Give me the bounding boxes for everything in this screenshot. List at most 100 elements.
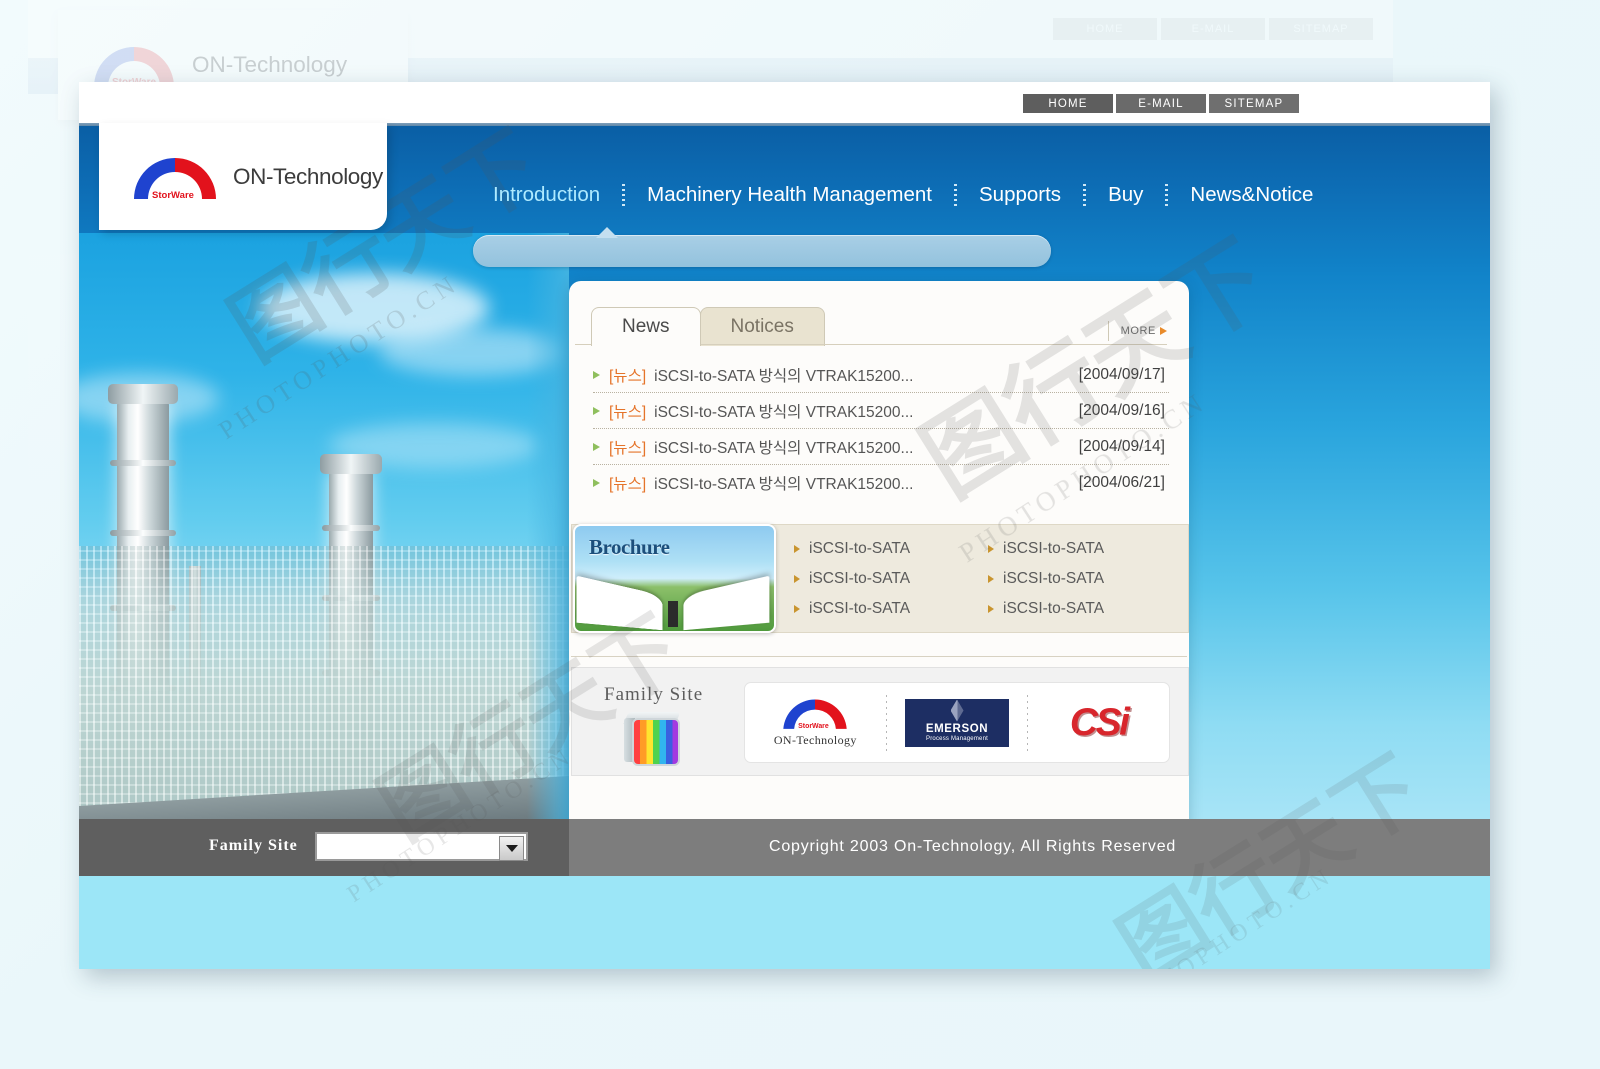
copyright-text: Copyright 2003 On-Technology, All Rights… [769,838,1177,855]
rainbow-cube-icon [623,712,682,766]
bullet-arrow-icon [593,478,600,487]
news-date: [2004/09/17] [1078,365,1165,383]
nav-active-pointer-icon [596,227,618,238]
board-tabs: News Notices [591,307,825,346]
news-tag: [뉴스] [609,475,647,493]
news-title: iSCSI-to-SATA 방식의 VTRAK15200... [654,475,914,493]
nav-separator-icon [954,184,957,206]
brochure-link[interactable]: iSCSI-to-SATA [794,534,988,563]
arch-logo-icon: StorWare [129,151,221,203]
news-list-item[interactable]: [뉴스] iSCSI-to-SATA 방식의 VTRAK15200... [20… [593,357,1169,393]
family-logo-on-technology[interactable]: StorWare ON-Technology [745,683,886,762]
arrow-right-icon [794,574,800,583]
news-title: iSCSI-to-SATA 방식의 VTRAK15200... [654,439,914,457]
bullet-arrow-icon [593,442,600,451]
tab-news[interactable]: News [591,307,701,346]
family-logo-label: ON-Technology [773,732,857,747]
brochure-link[interactable]: iSCSI-to-SATA [988,564,1182,593]
brochure-link[interactable]: iSCSI-to-SATA [988,534,1182,563]
content-card: News Notices MORE [뉴스] iSCSI-to-SATA 방식의… [569,281,1189,876]
brochure-link-label: iSCSI-to-SATA [809,569,911,587]
book-spine [668,601,678,627]
book-page-right [683,575,770,631]
brochure-links: iSCSI-to-SATA iSCSI-to-SATA iSCSI-to-SAT… [794,534,1182,623]
emerson-diamond-icon [950,699,964,722]
brochure-link-label: iSCSI-to-SATA [1003,599,1105,617]
sitemap-button[interactable]: SITEMAP [1209,94,1299,113]
more-label: MORE [1120,325,1156,337]
news-title: iSCSI-to-SATA 방식의 VTRAK15200... [654,403,914,421]
brochure-image-label: Brochure [589,535,670,559]
brochure-link-label: iSCSI-to-SATA [809,539,911,557]
submenu-bar[interactable] [473,235,1051,267]
svg-text:StorWare: StorWare [152,190,194,201]
news-tag: [뉴스] [609,439,647,457]
more-link[interactable]: MORE [1107,321,1167,341]
page-root: HOME E-MAIL SITEMAP Introduction Machine… [79,82,1490,876]
news-title: iSCSI-to-SATA 방식의 VTRAK15200... [654,367,914,385]
family-site-title: Family Site [604,684,704,705]
nav-item-introduction[interactable]: Introduction [477,183,616,207]
arch-logo-icon: StorWare [783,699,848,730]
arrow-right-icon [988,574,994,583]
site-logo-text: ON-Technology [233,163,383,189]
family-logo-label: CSi [1069,700,1130,744]
ghost-utility-buttons: HOME E-MAIL SITEMAP [1053,18,1373,40]
chevron-down-icon[interactable] [499,836,524,861]
home-button[interactable]: HOME [1023,94,1113,113]
brochure-link[interactable]: iSCSI-to-SATA [988,594,1182,623]
site-logo[interactable]: StorWare ON-Technology [99,123,387,230]
news-list-item[interactable]: [뉴스] iSCSI-to-SATA 방식의 VTRAK15200... [20… [593,465,1169,500]
arrow-right-icon [988,544,994,553]
email-button[interactable]: E-MAIL [1116,94,1206,113]
family-logo-emerson[interactable]: EMERSON Process Management [887,683,1028,762]
news-tag: [뉴스] [609,403,647,421]
utility-buttons: HOME E-MAIL SITEMAP [1023,94,1299,113]
news-tag: [뉴스] [609,367,647,385]
tower-ring [110,530,176,536]
hero-banner: Introduction Machinery Health Management… [79,123,1490,876]
nav-separator-icon [1083,184,1087,206]
arrow-right-icon [1160,327,1167,335]
book-page-left [576,575,663,631]
ghost-brand-name: ON-Technology [192,52,348,77]
news-date: [2004/09/14] [1078,437,1165,455]
window-bottom-fill [79,876,1490,969]
nav-item-news-notice[interactable]: News&Notice [1174,183,1329,207]
brochure-link[interactable]: iSCSI-to-SATA [794,594,988,623]
utility-bar: HOME E-MAIL SITEMAP [79,82,1490,123]
news-date: [2004/09/16] [1078,401,1165,419]
brochure-link[interactable]: iSCSI-to-SATA [794,564,988,593]
nav-item-buy[interactable]: Buy [1092,183,1159,207]
nav-separator-icon [622,184,626,206]
ghost-sitemap-button: SITEMAP [1269,18,1373,40]
brochure-link-label: iSCSI-to-SATA [1003,569,1105,587]
tower-cap [108,384,178,404]
ghost-home-button: HOME [1053,18,1157,40]
browser-window: HOME E-MAIL SITEMAP Introduction Machine… [79,82,1490,969]
news-list: [뉴스] iSCSI-to-SATA 방식의 VTRAK15200... [20… [593,357,1169,500]
ghost-utility-bar: HOME E-MAIL SITEMAP [28,0,1393,58]
arrow-right-icon [988,604,994,613]
family-site-logos: StorWare ON-Technology EMERSON Process M… [744,682,1170,763]
family-logo-label: EMERSON [925,722,989,735]
family-logo-csi[interactable]: CSi [1028,683,1169,762]
brochure-section: Brochure iSCSI-to-SATA iSCSI-to-SATA iSC… [571,524,1189,633]
ghost-email-button: E-MAIL [1161,18,1265,40]
brochure-link-label: iSCSI-to-SATA [809,599,911,617]
arrow-right-icon [794,544,800,553]
nav-separator-icon [1165,184,1169,206]
news-list-item[interactable]: [뉴스] iSCSI-to-SATA 방식의 VTRAK15200... [20… [593,429,1169,465]
photo-right-fade [527,233,569,876]
tab-notices[interactable]: Notices [699,307,825,346]
cube-front-face [632,718,680,766]
brochure-image[interactable]: Brochure [573,524,776,633]
refinery-photo [79,233,569,876]
open-book-icon [576,575,770,631]
family-site-select[interactable] [315,832,528,861]
tower-ring [322,525,380,531]
nav-item-supports[interactable]: Supports [963,183,1077,207]
nav-item-machinery-health-management[interactable]: Machinery Health Management [631,183,948,207]
news-list-item[interactable]: [뉴스] iSCSI-to-SATA 방식의 VTRAK15200... [20… [593,393,1169,429]
tower-cap [320,454,382,474]
